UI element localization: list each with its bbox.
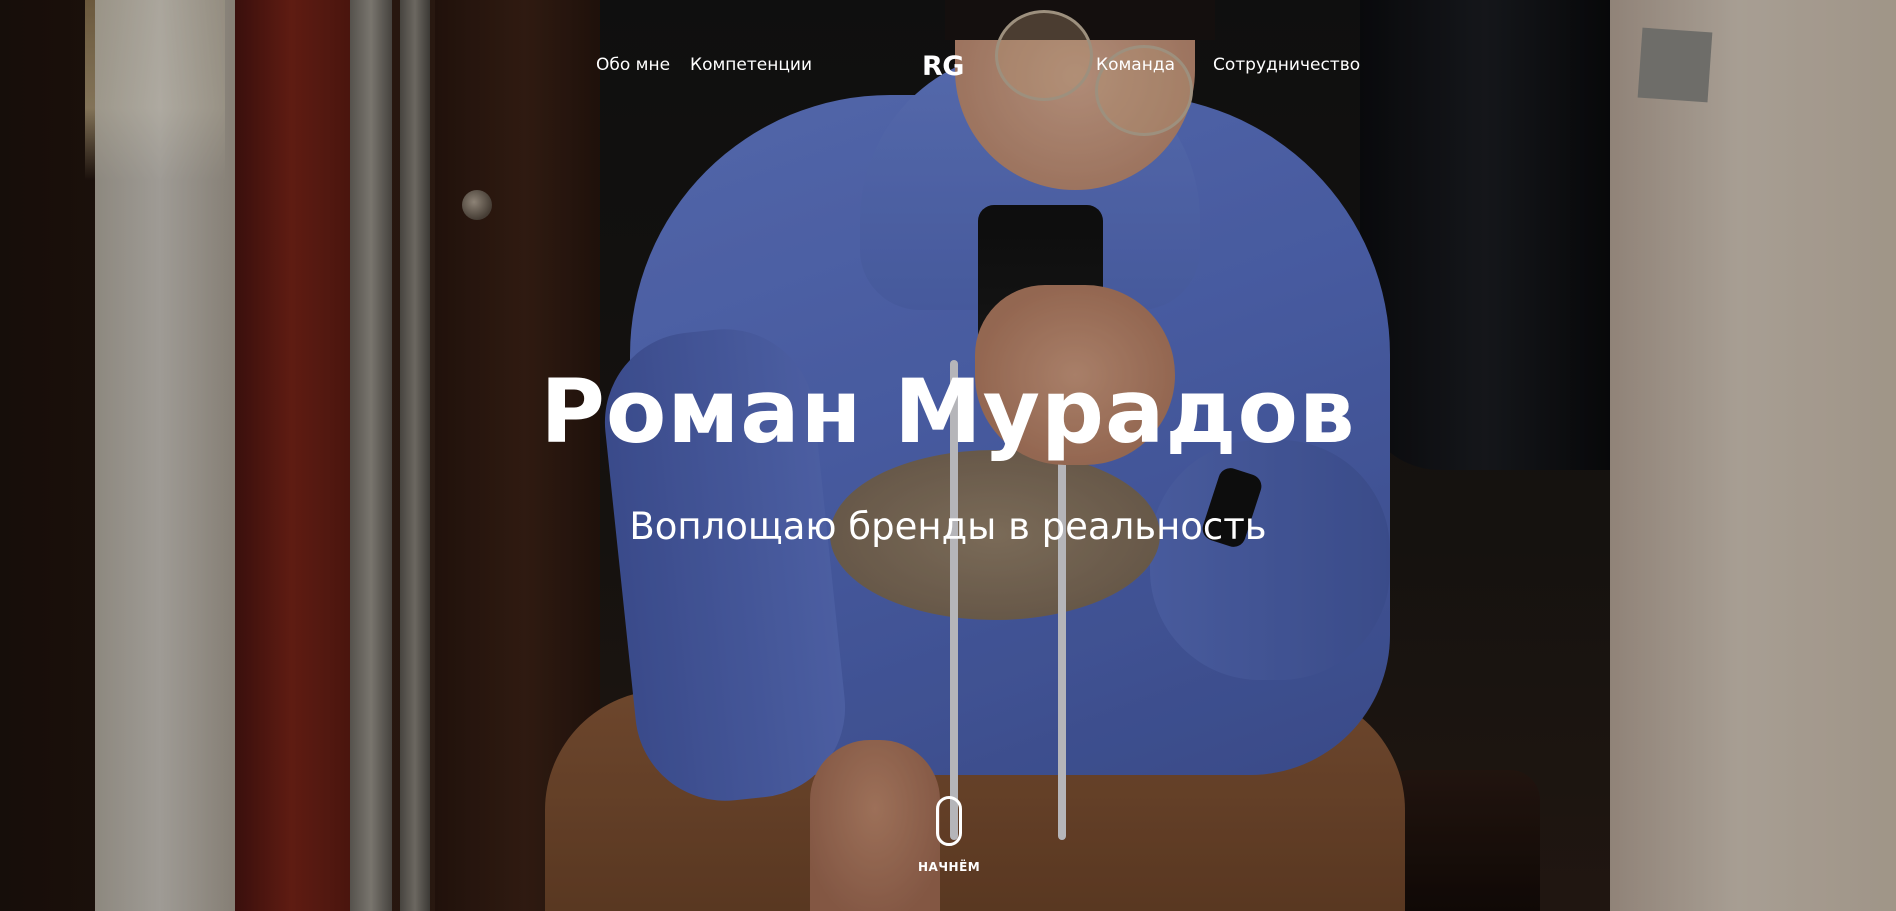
scroll-down-button[interactable]: НАЧНЁМ xyxy=(918,796,980,880)
scroll-label: НАЧНЁМ xyxy=(918,860,981,874)
nav-link-competencies[interactable]: Компетенции xyxy=(690,55,812,75)
site-logo[interactable]: RG xyxy=(922,51,964,82)
top-navigation: Обо мне Компетенции RG Команда Сотруднич… xyxy=(0,51,1896,82)
nav-link-team[interactable]: Команда xyxy=(1096,55,1175,75)
hero-section: Обо мне Компетенции RG Команда Сотруднич… xyxy=(0,0,1896,911)
hero-title: Роман Мурадов xyxy=(540,360,1356,463)
hero-subtitle: Воплощаю бренды в реальность xyxy=(629,505,1267,548)
nav-link-about[interactable]: Обо мне xyxy=(596,55,670,75)
nav-link-collaboration[interactable]: Сотрудничество xyxy=(1213,55,1360,75)
mouse-scroll-icon xyxy=(936,796,962,846)
